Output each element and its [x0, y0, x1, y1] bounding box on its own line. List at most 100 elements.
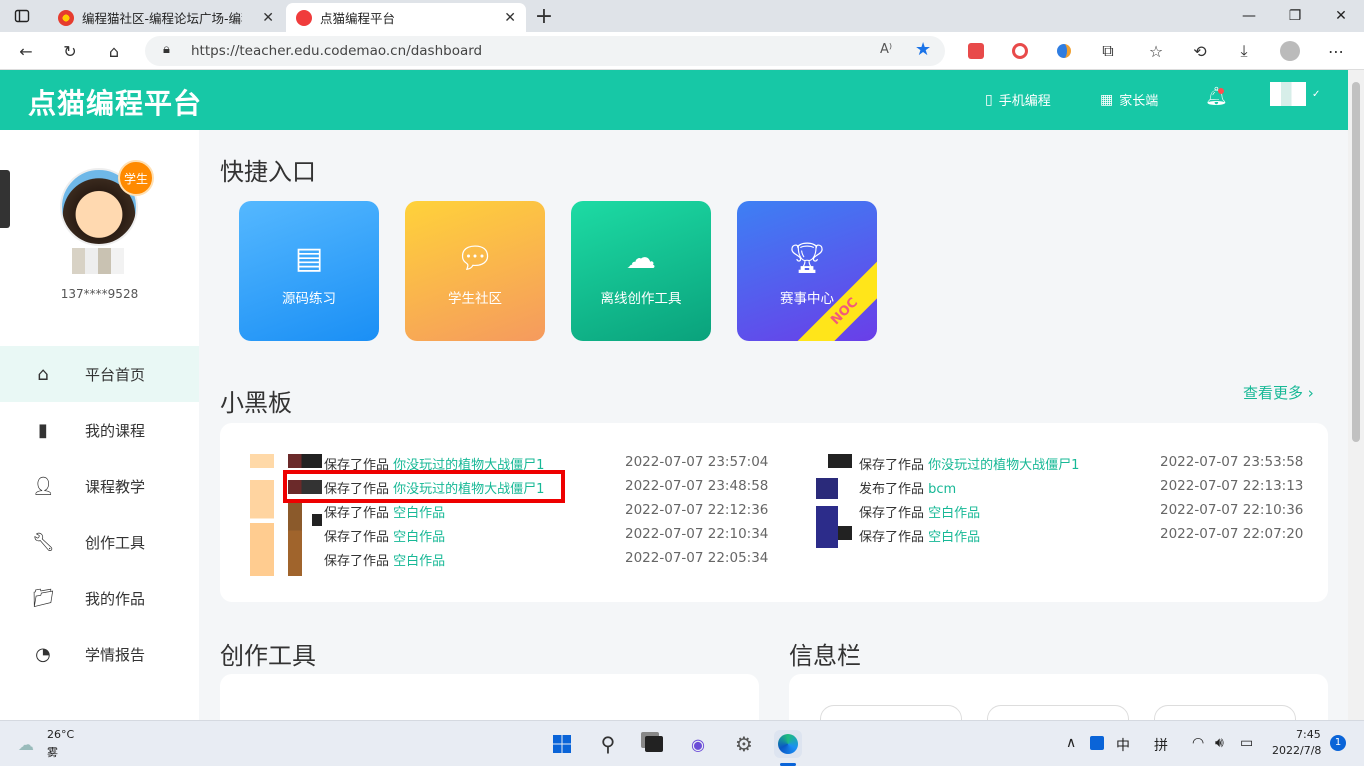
sidebar-item-label: 创作工具 — [85, 533, 146, 552]
weather-icon[interactable]: ☁ — [18, 735, 34, 754]
tray-overflow-icon[interactable]: ∧ — [1066, 735, 1076, 751]
work-link[interactable]: bcm — [928, 482, 956, 497]
tab-dashboard[interactable]: 点猫编程平台 ✕ — [286, 3, 526, 32]
activity-time: 2022-07-07 22:10:34 — [625, 526, 769, 542]
tools-title: 创作工具 — [220, 642, 316, 670]
activity-time: 2022-07-07 22:05:34 — [625, 550, 769, 566]
history-icon[interactable]: ⟲ — [1186, 37, 1214, 65]
user-avatar-menu[interactable]: ✓ — [1270, 82, 1320, 106]
new-tab-icon[interactable]: + — [530, 2, 558, 30]
close-tab-icon[interactable]: ✕ — [504, 10, 516, 26]
read-aloud-icon[interactable]: A⁾ — [880, 42, 892, 57]
sidebar-item-home[interactable]: ⌂ 平台首页 — [0, 346, 199, 402]
tab-label: 编程猫社区-编程论坛广场-编程爱 — [82, 11, 242, 26]
site-logo[interactable]: 点猫编程平台 — [28, 82, 202, 122]
quick-card-code-practice[interactable]: ▤ 源码练习 — [239, 201, 379, 341]
work-link[interactable]: 你没玩过的植物大战僵尸1 — [928, 458, 1079, 473]
address-bar[interactable]: 🔒︎ https://teacher.edu.codemao.cn/dashbo… — [145, 36, 945, 66]
tray-app-icon[interactable] — [1090, 736, 1104, 750]
sidebar-item-courses[interactable]: ▮ 我的课程 — [0, 402, 199, 458]
close-tab-icon[interactable]: ✕ — [262, 10, 274, 26]
minimize-icon[interactable]: — — [1226, 0, 1272, 32]
close-window-icon[interactable]: ✕ — [1318, 0, 1364, 32]
mosaic-name — [838, 526, 852, 540]
board-title: 小黑板 — [220, 389, 292, 417]
activity-item: 保存了作品 空白作品 — [324, 506, 446, 521]
folder-icon: 📁︎ — [32, 587, 55, 609]
task-view-icon[interactable] — [640, 730, 668, 758]
view-more-link[interactable]: 查看更多 › — [1243, 382, 1314, 403]
qr-code-icon: ▦ — [1100, 91, 1114, 108]
chat-icon[interactable]: ◉ — [684, 730, 712, 758]
sidebar-item-tools[interactable]: 🔧︎ 创作工具 — [0, 514, 199, 570]
sidebar-item-label: 平台首页 — [85, 365, 146, 384]
settings-gear-icon[interactable]: ⚙ — [730, 730, 758, 758]
sidebar-item-label: 课程教学 — [85, 477, 146, 496]
parent-link[interactable]: ▦ 家长端 — [1100, 90, 1159, 110]
clock-time[interactable]: 7:45 — [1296, 728, 1321, 741]
notification-badge[interactable]: 1 — [1330, 735, 1346, 751]
mobile-programming-link[interactable]: ▯ 手机编程 — [985, 90, 1051, 110]
collections-icon[interactable]: ☆ — [1142, 37, 1170, 65]
mosaic-name — [828, 454, 852, 468]
favorite-star-icon[interactable]: ★ — [915, 39, 931, 60]
parent-label: 家长端 — [1119, 94, 1159, 109]
sidebar-item-teaching[interactable]: 👤︎ 课程教学 — [0, 458, 199, 514]
work-link[interactable]: 空白作品 — [928, 506, 980, 521]
back-icon[interactable]: ← — [12, 37, 40, 65]
username-mosaic — [72, 248, 124, 274]
scrollbar-thumb[interactable] — [1352, 82, 1360, 442]
more-icon[interactable]: ⋯ — [1322, 37, 1350, 65]
work-link[interactable]: 空白作品 — [393, 554, 445, 569]
volume-icon[interactable]: 🔊︎ — [1215, 735, 1224, 751]
quick-card-contest[interactable]: 🏆︎ 赛事中心 NOC — [737, 201, 877, 341]
wifi-icon[interactable]: ◠ — [1192, 735, 1204, 751]
work-link[interactable]: 空白作品 — [393, 506, 445, 521]
download-icon[interactable]: ⤓ — [1230, 37, 1258, 65]
quick-card-offline-tool[interactable]: ☁ 离线创作工具 — [571, 201, 711, 341]
activity-item: 保存了作品 空白作品 — [324, 554, 446, 569]
book-icon: ▮ — [38, 419, 48, 441]
quick-card-label: 学生社区 — [448, 291, 502, 307]
tab-community[interactable]: 编程猫社区-编程论坛广场-编程爱 ✕ — [48, 3, 284, 32]
sidebar-toggle-icon[interactable] — [8, 2, 36, 30]
sidebar-item-works[interactable]: 📁︎ 我的作品 — [0, 570, 199, 626]
extension-ring-icon[interactable] — [1006, 37, 1034, 65]
activity-item: 保存了作品 空白作品 — [859, 530, 981, 545]
ime-pinyin[interactable]: 拼 — [1154, 735, 1168, 755]
extension-blue-icon[interactable] — [1050, 37, 1078, 65]
chevron-down-icon: ✓ — [1312, 88, 1321, 100]
quick-card-label: 源码练习 — [282, 291, 336, 307]
side-handle[interactable] — [0, 170, 10, 228]
work-link[interactable]: 空白作品 — [393, 530, 445, 545]
clock-date[interactable]: 2022/7/8 — [1272, 744, 1321, 757]
mosaic-name — [312, 514, 322, 526]
quick-card-community[interactable]: 💬︎ 学生社区 — [405, 201, 545, 341]
extension-red-icon[interactable] — [962, 37, 990, 65]
ime-mode[interactable]: 中 — [1116, 735, 1130, 755]
home-icon[interactable]: ⌂ — [100, 37, 128, 65]
sidebar: 学生 137****9528 ⌂ 平台首页 ▮ 我的课程 👤︎ 课程教学 🔧︎ … — [0, 130, 199, 720]
reload-icon[interactable]: ↻ — [56, 37, 84, 65]
lock-icon[interactable]: 🔒︎ — [163, 42, 170, 57]
highlight-annotation-box — [283, 470, 565, 503]
profile-icon[interactable] — [1276, 37, 1304, 65]
teacher-icon: 👤︎ — [32, 475, 55, 497]
weather-temp: 26°C — [47, 728, 75, 741]
extensions-icon[interactable]: ⧉ — [1094, 37, 1122, 65]
sidebar-item-label: 我的课程 — [85, 421, 146, 440]
edge-browser-icon[interactable] — [774, 730, 802, 758]
codemao-favicon-icon — [58, 9, 74, 26]
quick-card-label: 离线创作工具 — [600, 291, 682, 307]
work-link[interactable]: 空白作品 — [928, 530, 980, 545]
code-practice-icon: ▤ — [294, 241, 324, 276]
sidebar-item-report[interactable]: ◔ 学情报告 — [0, 626, 199, 682]
battery-icon[interactable]: ▭ — [1240, 735, 1253, 751]
search-icon[interactable]: ⚲ — [594, 730, 622, 758]
bell-icon[interactable]: 🔔︎ — [1205, 86, 1228, 107]
chevron-right-icon: › — [1307, 384, 1314, 402]
restore-icon[interactable]: ❐ — [1272, 0, 1318, 32]
windows-start-icon[interactable] — [548, 730, 576, 758]
home-icon: ⌂ — [37, 363, 49, 385]
page-scrollbar[interactable] — [1348, 70, 1364, 720]
